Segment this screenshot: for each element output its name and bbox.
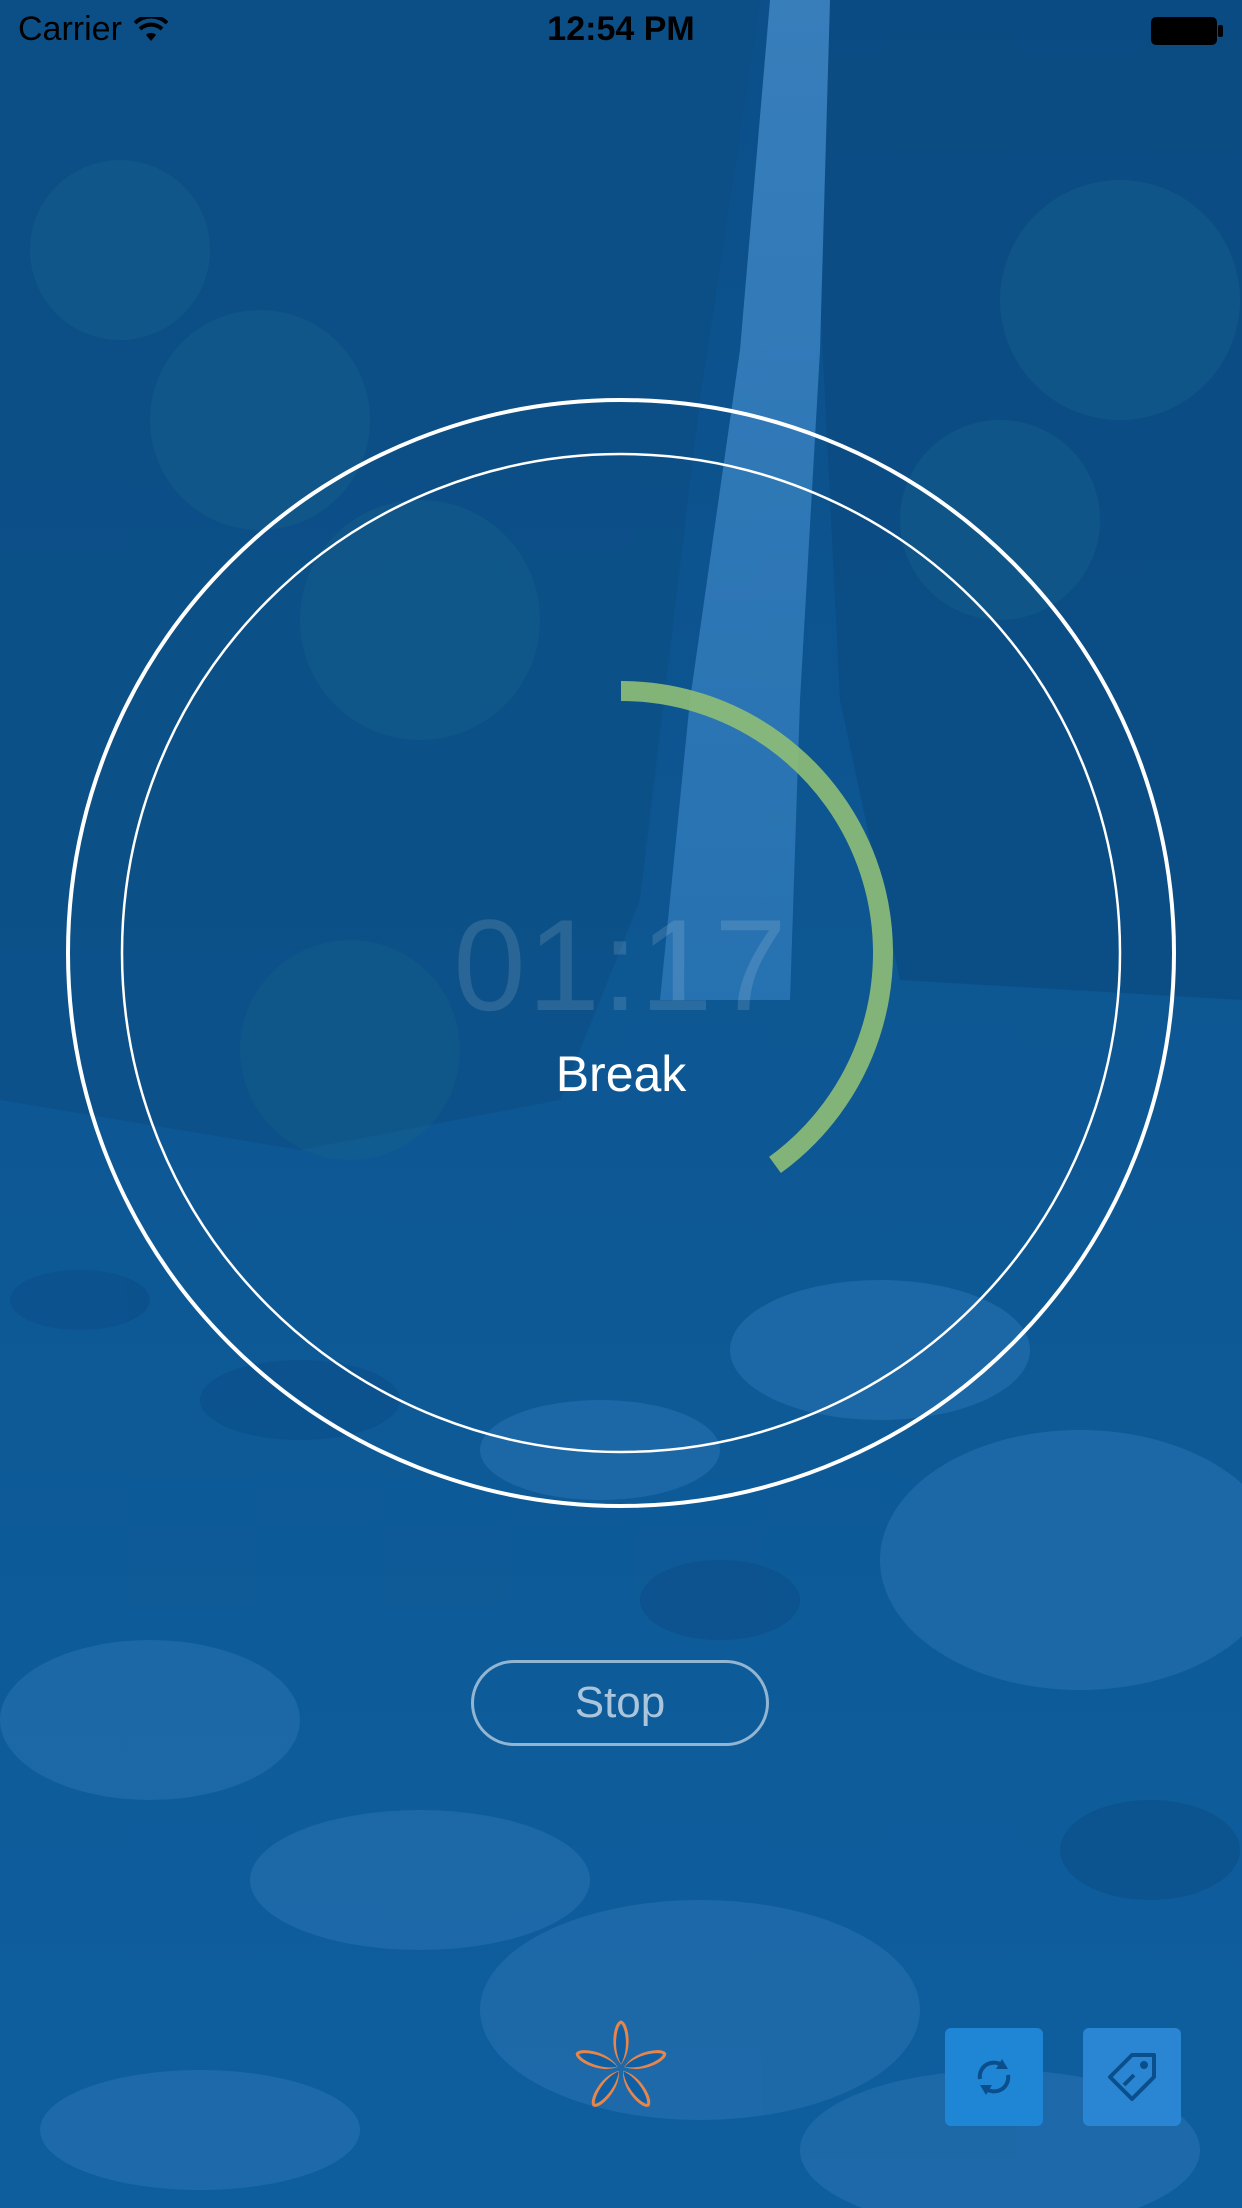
repeat-icon	[977, 2059, 1011, 2095]
flower-logo-icon[interactable]	[567, 2014, 675, 2122]
tag-button[interactable]	[1083, 2028, 1181, 2126]
mode-label: Break	[555, 1046, 687, 1102]
timer-dial	[66, 398, 1176, 1508]
timer-countdown: 01:17	[453, 892, 789, 1038]
tag-icon	[1108, 2053, 1156, 2101]
repeat-button[interactable]	[945, 2028, 1043, 2126]
stop-button[interactable]: Stop	[471, 1660, 769, 1746]
